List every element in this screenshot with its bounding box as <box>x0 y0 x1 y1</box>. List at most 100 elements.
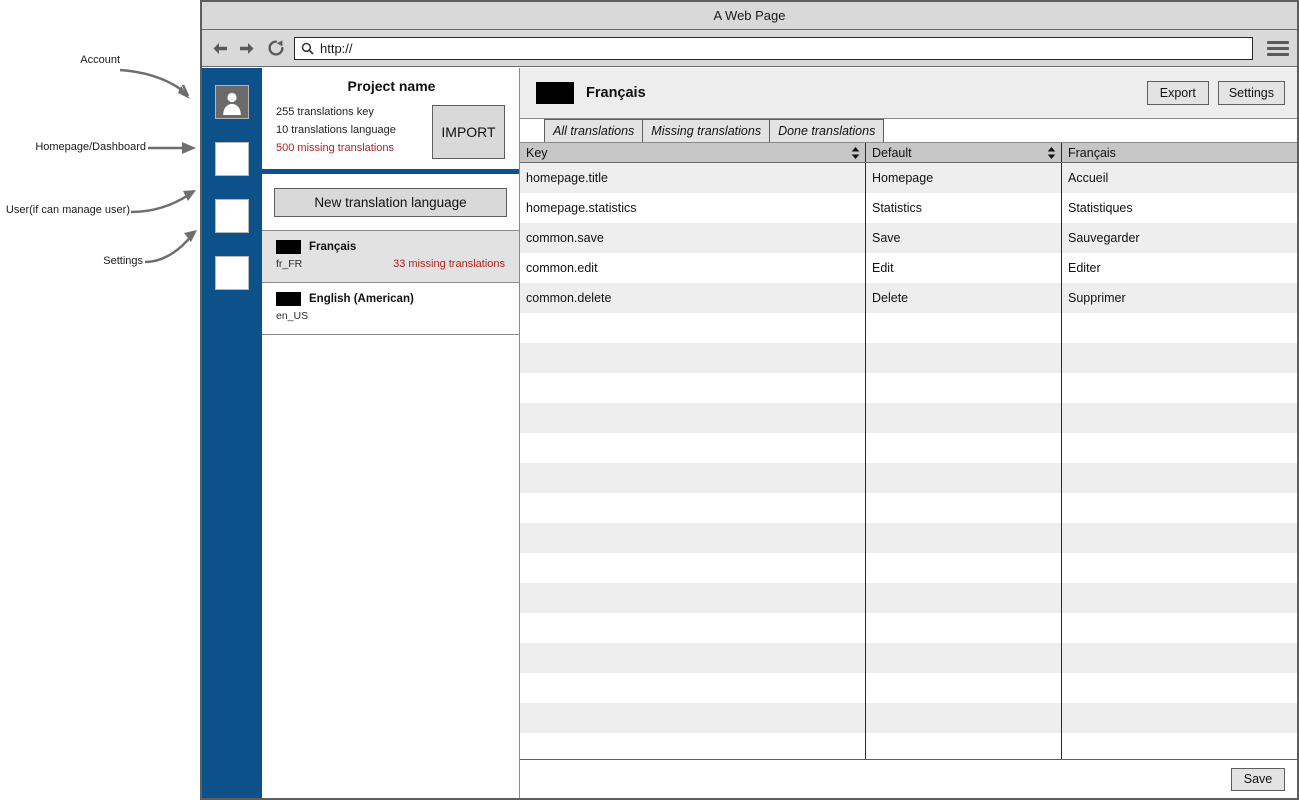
table-row[interactable] <box>520 673 1297 703</box>
table-row[interactable] <box>520 643 1297 673</box>
cell-target: Statistiques <box>1068 201 1133 215</box>
table-row[interactable] <box>520 463 1297 493</box>
cell-target: Accueil <box>1068 171 1109 185</box>
dashboard-rail-item[interactable] <box>215 142 249 176</box>
users-rail-item[interactable] <box>215 199 249 233</box>
cell-target <box>1062 673 1297 703</box>
table-row[interactable] <box>520 583 1297 613</box>
import-button[interactable]: IMPORT <box>432 105 505 159</box>
settings-rail-item[interactable] <box>215 256 249 290</box>
table-row[interactable] <box>520 373 1297 403</box>
tab-all-translations[interactable]: All translations <box>544 119 644 142</box>
app-body: Project name 255 translations key 10 tra… <box>202 68 1297 798</box>
cell-target <box>1062 613 1297 643</box>
cell-target <box>1062 313 1297 343</box>
column-header-default[interactable]: Default <box>866 143 1062 162</box>
sort-icon[interactable] <box>1047 146 1056 159</box>
sidebar-empty-area <box>262 335 519 798</box>
cell-default <box>866 433 1062 463</box>
cell-target <box>1062 643 1297 673</box>
save-button[interactable]: Save <box>1231 767 1285 791</box>
language-list-item-fr[interactable]: Français fr_FR 33 missing translations <box>262 231 519 283</box>
annotation-label-user: User(if can manage user) <box>5 204 130 216</box>
cell-key <box>520 523 866 553</box>
cell-target <box>1062 703 1297 733</box>
cell-key <box>520 343 866 373</box>
cell-key <box>520 583 866 613</box>
sort-icon[interactable] <box>851 146 860 159</box>
avatar-rail-item[interactable] <box>215 85 249 119</box>
cell-default: Edit <box>866 253 1062 283</box>
annotation-label-account: Account <box>80 54 120 66</box>
table-row[interactable] <box>520 523 1297 553</box>
cell-key: homepage.title <box>520 163 866 193</box>
cell-key: common.save <box>520 223 866 253</box>
cell-default <box>866 463 1062 493</box>
translations-table: Key Default Français homepage.title Home… <box>520 143 1297 760</box>
translation-filter-tabs: All translations Missing translations Do… <box>520 119 1297 143</box>
language-code: en_US <box>276 310 309 322</box>
table-row[interactable] <box>520 403 1297 433</box>
url-bar[interactable]: http:// <box>294 36 1253 60</box>
tab-done-translations[interactable]: Done translations <box>769 119 885 142</box>
cell-default <box>866 403 1062 433</box>
cell-key <box>520 733 866 759</box>
table-row[interactable]: common.save Save Sauvegarder <box>520 223 1297 253</box>
table-row[interactable] <box>520 553 1297 583</box>
stat-translations-key: 255 translations key <box>276 106 374 118</box>
table-row[interactable] <box>520 733 1297 759</box>
cell-target <box>1062 493 1297 523</box>
export-button[interactable]: Export <box>1146 81 1209 105</box>
forward-arrow-icon[interactable] <box>236 37 256 59</box>
table-row[interactable] <box>520 703 1297 733</box>
table-row[interactable] <box>520 613 1297 643</box>
cell-default <box>866 733 1062 759</box>
language-list-item-en[interactable]: English (American) en_US <box>262 283 519 335</box>
table-row[interactable] <box>520 313 1297 343</box>
cell-target: Supprimer <box>1068 291 1126 305</box>
cell-default <box>866 373 1062 403</box>
stat-missing-translations: 500 missing translations <box>276 142 395 154</box>
language-name: English (American) <box>309 293 414 305</box>
browser-window: A Web Page http:// Project name 255 tran… <box>200 0 1299 800</box>
flag-icon <box>276 240 301 254</box>
table-row[interactable] <box>520 433 1297 463</box>
cell-key: common.delete <box>520 283 866 313</box>
cell-target: Sauvegarder <box>1068 231 1140 245</box>
annotation-label-settings: Settings <box>103 255 143 267</box>
cell-default: Statistics <box>866 193 1062 223</box>
cell-target <box>1062 373 1297 403</box>
cell-key <box>520 643 866 673</box>
cell-default <box>866 613 1062 643</box>
cell-key <box>520 613 866 643</box>
cell-target <box>1062 733 1297 759</box>
column-header-key[interactable]: Key <box>520 143 866 162</box>
reload-icon[interactable] <box>266 37 286 59</box>
current-language-title: Français <box>586 85 646 101</box>
user-avatar-icon <box>223 92 241 115</box>
cell-default: Homepage <box>866 163 1062 193</box>
table-row[interactable] <box>520 493 1297 523</box>
new-translation-language-button[interactable]: New translation language <box>274 188 507 217</box>
cell-target <box>1062 433 1297 463</box>
project-card: Project name 255 translations key 10 tra… <box>262 68 519 174</box>
cell-target <box>1062 583 1297 613</box>
hamburger-menu-icon[interactable] <box>1267 37 1289 59</box>
cell-key <box>520 463 866 493</box>
back-arrow-icon[interactable] <box>210 37 230 59</box>
cell-default: Delete <box>866 283 1062 313</box>
table-row[interactable] <box>520 343 1297 373</box>
new-language-section: New translation language <box>262 174 519 231</box>
column-header-key-label: Key <box>526 145 548 160</box>
column-header-target[interactable]: Français <box>1062 143 1297 162</box>
table-row[interactable]: homepage.title Homepage Accueil <box>520 163 1297 193</box>
cell-key <box>520 433 866 463</box>
tab-missing-translations[interactable]: Missing translations <box>642 119 771 142</box>
table-row[interactable]: common.delete Delete Supprimer <box>520 283 1297 313</box>
settings-button[interactable]: Settings <box>1217 81 1285 105</box>
table-footer: Save <box>520 760 1297 798</box>
table-row[interactable]: homepage.statistics Statistics Statistique… <box>520 193 1297 223</box>
main-panel: Français Export Settings All translation… <box>520 68 1297 798</box>
table-row[interactable]: common.edit Edit Editer <box>520 253 1297 283</box>
flag-icon <box>276 292 301 306</box>
